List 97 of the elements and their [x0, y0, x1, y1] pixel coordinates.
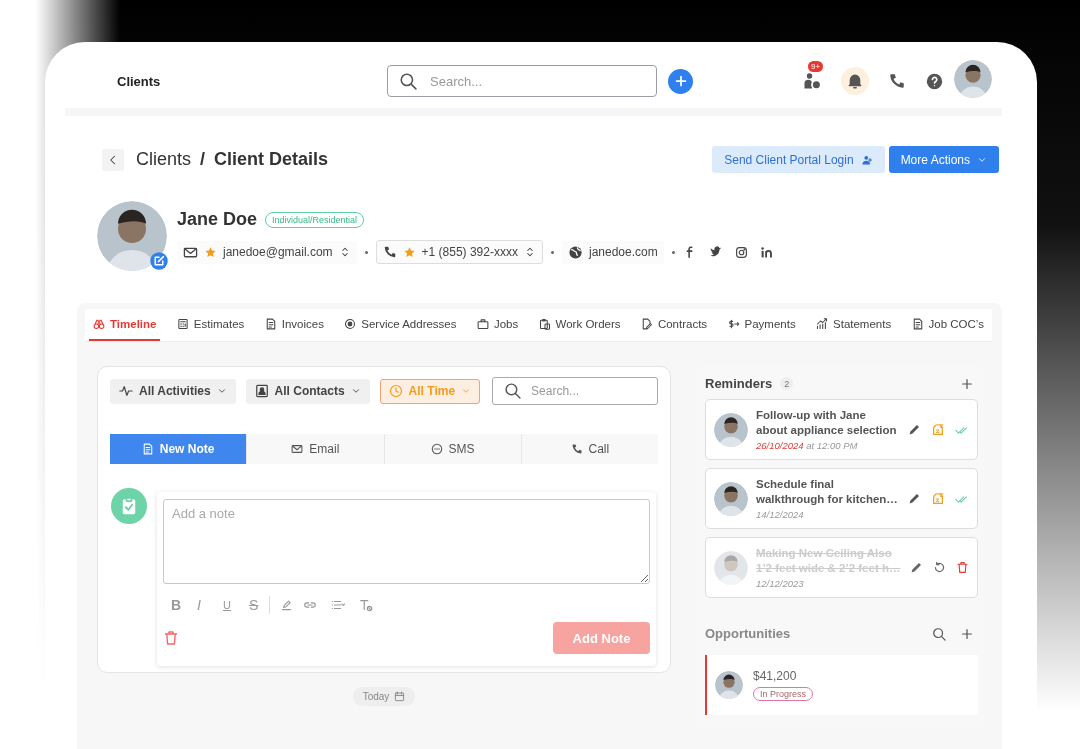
user-plus-icon — [860, 153, 873, 166]
compose-tab[interactable]: New Note — [110, 434, 247, 464]
star-icon — [402, 245, 416, 259]
snooze-icon[interactable] — [931, 491, 945, 506]
document-icon — [911, 318, 924, 330]
tab[interactable]: Work Orders — [534, 309, 625, 341]
briefcase-icon — [476, 318, 489, 330]
count-badge: 2 — [780, 377, 794, 390]
pencil-icon[interactable] — [908, 492, 921, 505]
help-icon[interactable] — [925, 71, 944, 91]
phone-icon — [382, 245, 397, 259]
tab[interactable]: Job COC’s — [907, 309, 988, 341]
target-icon — [344, 318, 357, 330]
timeline-search-field[interactable]: Search... — [492, 377, 658, 405]
phone-icon[interactable] — [888, 72, 906, 90]
search-icon — [399, 72, 417, 90]
reminder-date: 12/12/2023 — [756, 577, 805, 589]
compose-tab[interactable]: SMS — [383, 434, 521, 464]
reminder-date: 26/10/2024 at 12:00 PM — [756, 439, 859, 451]
calendar-icon — [394, 691, 406, 702]
phone-icon — [570, 443, 583, 455]
plus-icon[interactable] — [960, 626, 974, 641]
document-icon — [141, 443, 154, 455]
plus-icon[interactable] — [960, 376, 974, 391]
snooze-icon[interactable] — [931, 422, 945, 437]
breadcrumb-separator: / — [200, 149, 206, 170]
highlighter-icon[interactable] — [280, 598, 293, 612]
tab[interactable]: Contracts — [636, 309, 712, 341]
binoculars-icon — [93, 318, 105, 330]
chevron-down-icon — [350, 386, 361, 396]
chart-icon — [816, 318, 828, 330]
client-avatar — [97, 201, 167, 271]
breadcrumb-link[interactable]: Clients — [136, 149, 192, 170]
opportunities-title: Opportunities — [705, 626, 791, 641]
tab[interactable]: Estimates — [172, 309, 249, 341]
star-icon — [204, 245, 217, 259]
clear-format-icon[interactable] — [359, 598, 373, 612]
tab[interactable]: Service Addresses — [340, 309, 461, 341]
client-name: Jane Doe — [177, 209, 258, 230]
user-avatar — [954, 60, 992, 98]
website-link[interactable]: janedoe.com — [561, 240, 664, 264]
compose-tab[interactable]: Email — [246, 434, 384, 464]
clipboard-icon — [538, 318, 551, 330]
tab[interactable]: Invoices — [260, 309, 328, 341]
reminder-avatar — [714, 412, 748, 447]
search-icon — [504, 382, 522, 399]
opportunity-amount: $41,200 — [753, 669, 798, 683]
instagram-icon[interactable] — [734, 245, 748, 259]
note-input[interactable]: Add a note — [163, 499, 650, 584]
send-portal-login-button[interactable]: Send Client Portal Login — [712, 146, 885, 173]
tab[interactable]: Statements — [812, 309, 896, 341]
breadcrumb-current: Client Details — [214, 149, 329, 170]
reminder-title: Schedule final walkthrough for kitchen… — [756, 477, 899, 507]
restore-icon[interactable] — [933, 561, 946, 574]
filter-dropdown[interactable]: All Activities — [110, 378, 236, 404]
trash-icon[interactable] — [956, 561, 969, 574]
compose-tab[interactable]: Call — [520, 434, 658, 464]
tab[interactable]: Payments — [723, 309, 800, 341]
pulse-icon — [119, 384, 133, 398]
filter-dropdown[interactable]: All Contacts — [245, 378, 370, 404]
contact-card-icon — [254, 384, 269, 398]
people-icon[interactable] — [802, 71, 822, 91]
tab[interactable]: Jobs — [472, 309, 523, 341]
phone-selector[interactable]: +1 (855) 392-xxxx — [375, 240, 543, 264]
plus-icon — [673, 74, 688, 88]
page-title: Clients — [117, 73, 162, 89]
reminder-date: 14/12/2024 — [756, 508, 805, 520]
email-selector[interactable]: janedoe@gmail.com — [177, 240, 357, 264]
chevron-down-icon — [461, 386, 472, 396]
search-field[interactable]: Search... — [387, 65, 657, 97]
dollar-arrow-icon — [727, 318, 740, 330]
reminders-title: Reminders — [705, 376, 773, 391]
opportunity-avatar — [715, 671, 743, 699]
signed-document-icon — [640, 318, 653, 330]
mail-icon — [291, 443, 304, 455]
clock-icon — [388, 384, 403, 398]
twitter-icon[interactable] — [708, 245, 723, 259]
more-actions-button[interactable]: More Actions — [888, 146, 999, 173]
chat-icon — [430, 443, 443, 455]
pencil-icon[interactable] — [908, 423, 921, 436]
reminder-title: Follow-up with Jane about appliance selection — [756, 408, 898, 438]
pencil-icon[interactable] — [910, 561, 923, 574]
document-icon — [264, 318, 277, 330]
reminder-avatar — [714, 550, 748, 585]
add-button[interactable] — [668, 68, 693, 94]
date-chip: Today — [352, 687, 416, 706]
linkedin-icon[interactable] — [759, 245, 773, 259]
tab[interactable]: Timeline — [89, 309, 161, 341]
bell-icon — [846, 72, 864, 90]
chevron-down-icon — [216, 386, 227, 396]
bell-button[interactable] — [841, 67, 869, 95]
globe-icon — [567, 244, 583, 260]
notification-badge: 9+ — [808, 61, 824, 72]
search-icon[interactable] — [932, 626, 946, 641]
trash-icon[interactable] — [163, 630, 179, 646]
calculator-icon — [176, 318, 189, 330]
reminder-avatar — [714, 481, 748, 516]
